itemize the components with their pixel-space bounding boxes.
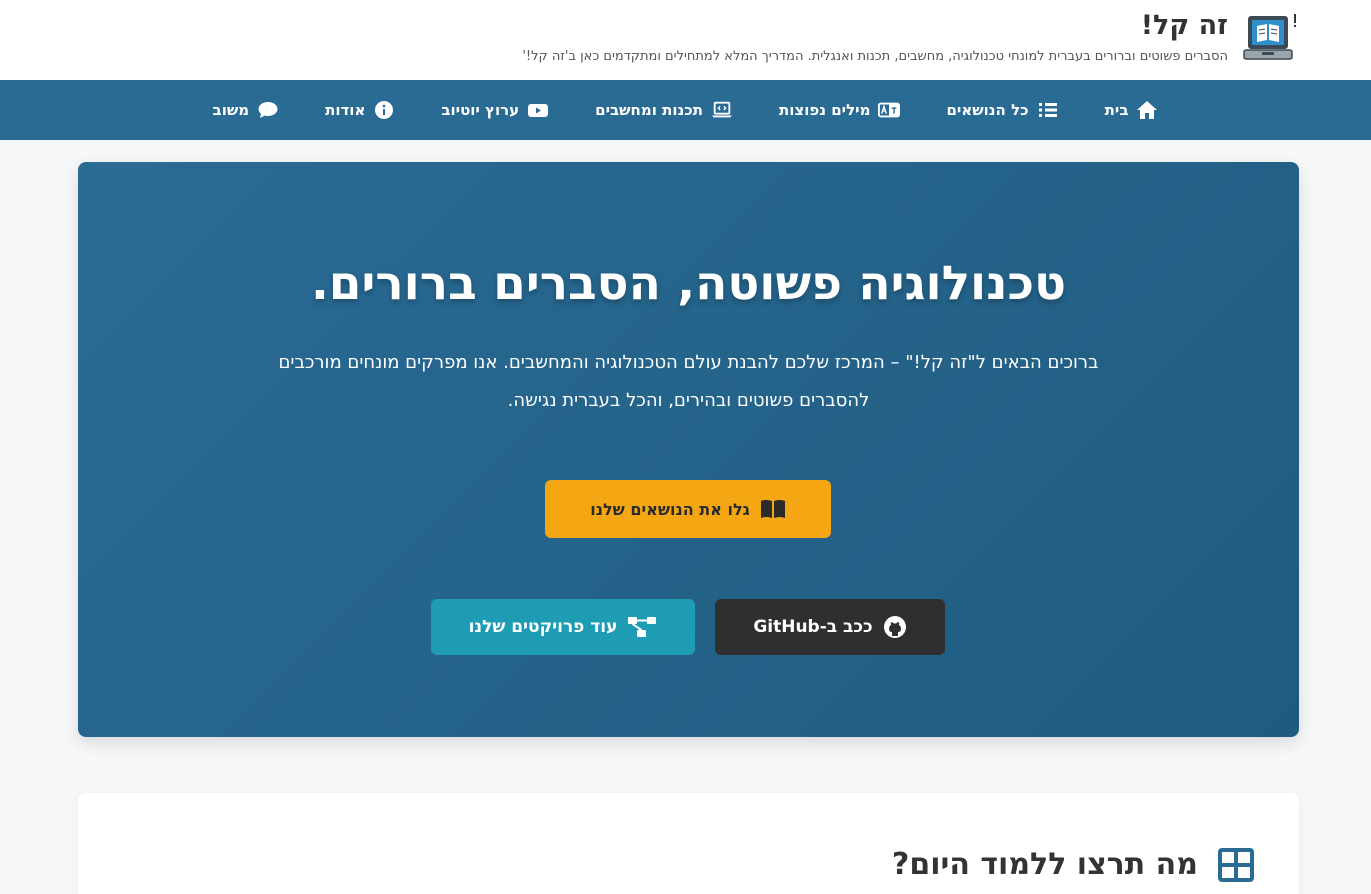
info-icon: [375, 101, 394, 119]
nav-item-label: כל הנושאים: [946, 101, 1029, 119]
nav-item-programming[interactable]: תכנות ומחשבים: [595, 100, 733, 120]
site-tagline: הסברים פשוטים וברורים בעברית למונחי טכנו…: [522, 49, 1228, 64]
learn-title: מה תרצו ללמוד היום?: [891, 847, 1198, 882]
laptop-book-logo-icon[interactable]: [1243, 12, 1299, 66]
nav-item-about[interactable]: אודות: [325, 100, 395, 120]
learn-heading: מה תרצו ללמוד היום?: [892, 845, 1256, 885]
github-star-button[interactable]: ככב ב-GitHub: [715, 599, 945, 655]
more-projects-label: עוד פרויקטים שלנו: [468, 617, 618, 637]
explore-topics-button[interactable]: גלו את הנושאים שלנו: [545, 480, 831, 538]
site-header: זה קל! הסברים פשוטים וברורים בעברית למונ…: [0, 0, 1371, 80]
nav-item-common-words[interactable]: מילים נפוצות: [779, 100, 901, 120]
list-icon: [1038, 103, 1057, 117]
open-book-icon: [760, 500, 785, 518]
project-diagram-icon: [628, 617, 657, 637]
nav-item-label: בית: [1104, 101, 1129, 119]
nav-item-home[interactable]: בית: [1105, 100, 1159, 120]
language-icon: [878, 102, 901, 118]
hero-title: טכנולוגיה פשוטה, הסברים ברורים.: [310, 256, 1067, 311]
github-star-label: ככב ב-GitHub: [753, 617, 873, 637]
nav-item-label: משוב: [212, 101, 250, 119]
laptop-code-icon: [711, 101, 733, 118]
comment-icon: [258, 102, 278, 118]
nav-item-feedback[interactable]: משוב: [213, 100, 280, 120]
more-projects-button[interactable]: עוד פרויקטים שלנו: [431, 599, 695, 655]
home-icon: [1137, 101, 1158, 119]
nav-item-label: תכנות ומחשבים: [595, 101, 704, 119]
learn-section: מה תרצו ללמוד היום?: [78, 793, 1299, 894]
youtube-icon: [528, 104, 549, 117]
site-title[interactable]: זה קל!: [1141, 8, 1228, 44]
main-nav: בית כל הנושאים מילים נפוצות תכנות ומחשבי…: [0, 80, 1371, 140]
explore-topics-label: גלו את הנושאים שלנו: [590, 499, 750, 519]
nav-item-label: מילים נפוצות: [779, 101, 871, 119]
hero-banner: טכנולוגיה פשוטה, הסברים ברורים. ברוכים ה…: [78, 162, 1299, 737]
nav-item-label: אודות: [325, 101, 366, 119]
nav-item-label: ערוץ יוטיוב: [441, 101, 520, 119]
nav-item-youtube[interactable]: ערוץ יוטיוב: [441, 100, 549, 120]
github-icon: [883, 616, 906, 638]
grid-icon: [1218, 848, 1254, 882]
hero-text: ברוכים הבאים ל"זה קל!" – המרכז שלכם להבנ…: [278, 352, 1099, 411]
nav-item-all-topics[interactable]: כל הנושאים: [946, 100, 1058, 120]
